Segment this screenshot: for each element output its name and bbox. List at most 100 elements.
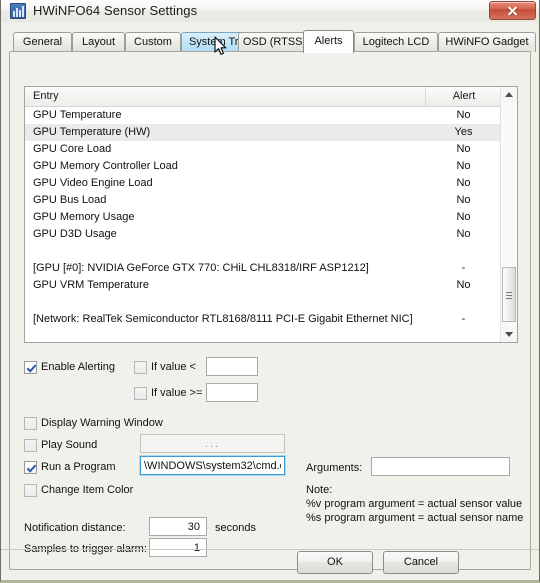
row-entry: GPU Memory Controller Load (33, 160, 178, 172)
table-row[interactable]: GPU Core Load No (25, 141, 517, 158)
play-sound-checkbox[interactable]: Play Sound (24, 439, 97, 452)
table-row[interactable]: GPU Temperature (HW) Yes (25, 124, 517, 141)
list-vertical-scrollbar[interactable] (500, 87, 517, 342)
tab-layout-label: Layout (81, 36, 116, 48)
tab-osd-rtss-label: OSD (RTSS) (242, 36, 307, 48)
row-alert: No (456, 160, 471, 172)
close-icon[interactable] (489, 1, 536, 20)
if-value-less-checkbox[interactable]: If value < (134, 361, 196, 374)
footer-divider (1, 549, 539, 550)
row-alert: No (456, 211, 471, 223)
table-row[interactable]: [Network: RealTek Semiconductor RTL8168/… (25, 311, 517, 328)
row-alert: No (456, 143, 471, 155)
table-row[interactable]: GPU Temperature No (25, 107, 517, 124)
tab-strip: General Layout Custom System Tray OSD (R… (9, 30, 536, 53)
row-entry: [GPU [#0]: NVIDIA GeForce GTX 770: CHiL … (33, 262, 369, 274)
row-alert: No (456, 228, 471, 240)
row-alert: No (456, 109, 471, 121)
ok-button-label: OK (327, 556, 343, 568)
note-title: Note: (306, 484, 333, 496)
play-sound-label: Play Sound (41, 439, 98, 451)
checkbox-box (24, 361, 37, 374)
table-row-spacer (25, 294, 517, 311)
tab-alerts[interactable]: Alerts (303, 30, 354, 53)
tab-custom[interactable]: Custom (125, 32, 181, 52)
cancel-button-label: Cancel (403, 556, 439, 568)
tab-general[interactable]: General (13, 32, 72, 52)
enable-alerting-label: Enable Alerting (41, 361, 115, 373)
row-alert: Yes (454, 126, 473, 138)
checkbox-box (24, 439, 37, 452)
window-title: HWiNFO64 Sensor Settings (33, 3, 198, 18)
checkbox-box (24, 417, 37, 430)
client-area: General Layout Custom System Tray OSD (R… (1, 22, 539, 580)
cancel-button[interactable]: Cancel (383, 551, 459, 574)
row-entry: GPU Temperature (HW) (33, 126, 151, 138)
list-header: Entry Alert (25, 87, 517, 107)
arguments-input[interactable] (371, 457, 510, 476)
tab-general-label: General (22, 36, 63, 48)
row-alert: No (456, 279, 471, 291)
play-sound-path-input[interactable] (140, 434, 285, 453)
tab-alerts-label: Alerts (314, 35, 343, 47)
tab-layout[interactable]: Layout (72, 32, 125, 52)
title-bar: HWiNFO64 Sensor Settings (1, 0, 539, 23)
note-line-2: %s program argument = actual sensor name (306, 512, 524, 524)
tab-osd-rtss[interactable]: OSD (RTSS) (238, 32, 311, 52)
scroll-up-arrow-icon[interactable] (501, 87, 517, 103)
ok-button[interactable]: OK (297, 551, 373, 574)
row-entry: GPU D3D Usage (33, 228, 117, 240)
list-body: GPU Temperature No GPU Temperature (HW) … (25, 107, 517, 342)
if-value-less-label: If value < (151, 361, 196, 373)
display-warning-window-checkbox[interactable]: Display Warning Window (24, 417, 163, 430)
tab-hwinfo-gadget-label: HWiNFO Gadget (445, 36, 529, 48)
table-row[interactable]: GPU Bus Load No (25, 192, 517, 209)
checkbox-box (134, 387, 147, 400)
if-value-gte-checkbox[interactable]: If value >= (134, 387, 202, 400)
run-a-program-checkbox[interactable]: Run a Program (24, 461, 116, 474)
table-row-spacer (25, 243, 517, 260)
row-alert: No (456, 194, 471, 206)
sensor-alert-list[interactable]: Entry Alert GPU Temperature No GPU Tempe… (24, 86, 518, 343)
row-alert: - (461, 313, 466, 325)
row-alert: - (461, 262, 466, 274)
tab-logitech-lcd-label: Logitech LCD (362, 36, 430, 48)
table-row[interactable]: [GPU [#0]: NVIDIA GeForce GTX 770: CHiL … (25, 260, 517, 277)
if-value-less-input[interactable] (206, 357, 258, 376)
alerts-tab-page: Entry Alert GPU Temperature No GPU Tempe… (9, 51, 531, 570)
table-row[interactable]: GPU VRM Temperature No (25, 277, 517, 294)
row-entry: GPU Core Load (33, 143, 112, 155)
table-row[interactable]: GPU Video Engine Load No (25, 175, 517, 192)
arguments-label: Arguments: (306, 462, 363, 474)
notification-distance-unit: seconds (215, 522, 256, 534)
change-item-color-label: Change Item Color (41, 484, 134, 496)
display-warning-window-label: Display Warning Window (41, 417, 163, 429)
change-item-color-checkbox[interactable]: Change Item Color (24, 484, 133, 497)
notification-distance-label: Notification distance: (24, 522, 126, 534)
run-a-program-path-input[interactable] (140, 456, 285, 475)
sensor-settings-window: HWiNFO64 Sensor Settings General Layout … (0, 0, 540, 583)
row-entry: GPU Temperature (33, 109, 122, 121)
table-row[interactable]: GPU Memory Controller Load No (25, 158, 517, 175)
table-row[interactable]: GPU D3D Usage No (25, 226, 517, 243)
tab-logitech-lcd[interactable]: Logitech LCD (354, 32, 438, 52)
scrollbar-thumb[interactable] (502, 267, 516, 322)
hwinfo-app-icon (10, 3, 26, 19)
checkbox-box (134, 361, 147, 374)
row-entry: [Network: RealTek Semiconductor RTL8168/… (33, 313, 413, 325)
row-entry: GPU VRM Temperature (33, 279, 149, 291)
column-header-entry[interactable]: Entry (25, 87, 425, 106)
run-a-program-label: Run a Program (41, 461, 116, 473)
tab-hwinfo-gadget[interactable]: HWiNFO Gadget (438, 32, 536, 52)
notification-distance-input[interactable] (149, 517, 207, 536)
table-row[interactable]: GPU Memory Usage No (25, 209, 517, 226)
scroll-down-arrow-icon[interactable] (501, 326, 517, 342)
checkbox-box (24, 461, 37, 474)
enable-alerting-checkbox[interactable]: Enable Alerting (24, 361, 115, 374)
if-value-gte-input[interactable] (206, 383, 258, 402)
column-header-alert[interactable]: Alert (425, 87, 502, 106)
samples-to-trigger-alarm-input[interactable] (149, 538, 207, 557)
if-value-gte-label: If value >= (151, 387, 203, 399)
screenshot-root: HWiNFO64 Sensor Settings General Layout … (0, 0, 540, 583)
row-entry: GPU Bus Load (33, 194, 107, 206)
